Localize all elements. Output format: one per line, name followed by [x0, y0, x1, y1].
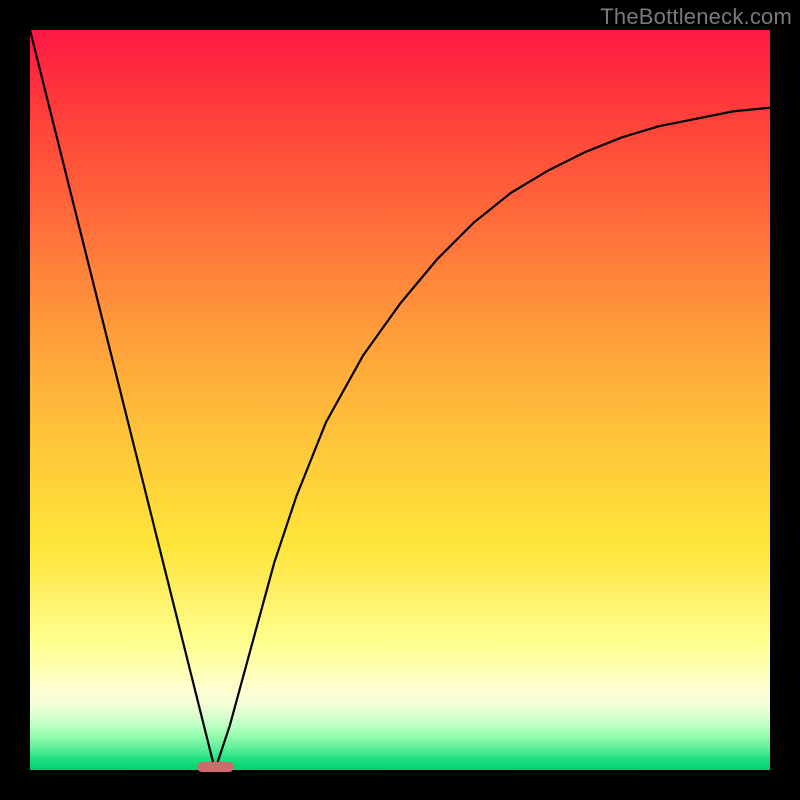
watermark-text: TheBottleneck.com — [600, 4, 792, 30]
bottleneck-curve — [30, 30, 770, 770]
chart-frame: TheBottleneck.com — [0, 0, 800, 800]
curve-path — [30, 30, 770, 770]
minimum-marker — [197, 762, 234, 772]
plot-area — [30, 30, 770, 770]
